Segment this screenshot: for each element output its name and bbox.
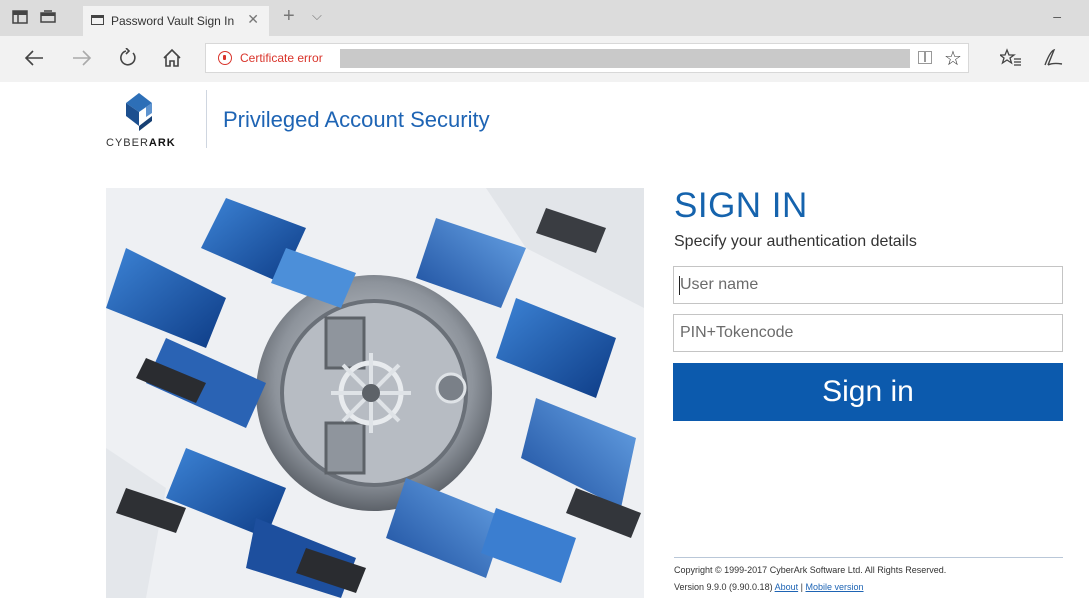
web-note-icon[interactable] [1042,47,1064,69]
page-title: Privileged Account Security [223,107,490,132]
header-divider [206,90,207,148]
sign-in-button[interactable]: Sign in [673,363,1063,421]
link-separator: | [800,582,803,592]
tab-overflow-chevron-icon[interactable]: ⌵ [312,8,322,24]
footer-divider [674,557,1063,558]
url-text[interactable] [340,49,910,68]
copyright-text: Copyright © 1999-2017 CyberArk Software … [674,565,947,575]
set-aside-tabs-icon[interactable] [40,10,56,24]
vault-illustration [106,188,644,598]
certificate-error-label[interactable]: Certificate error [240,51,323,65]
signin-subtitle: Specify your authentication details [674,233,917,250]
vault-hero-image [106,188,644,598]
forward-icon[interactable] [72,49,92,67]
favorites-hub-icon[interactable] [1000,48,1022,68]
logo-wordmark: CYBERARK [106,137,176,149]
new-tab-button[interactable]: + [283,6,295,26]
text-caret [679,276,680,295]
browser-nav-bar: Certificate error ☆ [0,36,1089,82]
username-input[interactable] [673,266,1063,304]
pin-tokencode-input[interactable] [673,314,1063,352]
certificate-error-icon[interactable] [218,51,232,65]
version-text: Version 9.9.0 (9.90.0.18) [674,582,773,592]
page-icon [91,15,104,25]
active-tab[interactable]: Password Vault Sign In ✕ [83,6,269,36]
home-icon[interactable] [162,48,182,68]
mobile-version-link[interactable]: Mobile version [806,582,864,592]
close-tab-icon[interactable]: ✕ [247,11,259,28]
favorite-star-icon[interactable]: ☆ [944,46,962,71]
address-bar[interactable]: Certificate error ☆ [205,43,969,73]
reading-view-icon[interactable] [918,51,932,64]
version-line: Version 9.9.0 (9.90.0.18) About | Mobile… [674,582,864,592]
refresh-icon[interactable] [118,48,138,68]
tab-preview-icon[interactable] [12,10,28,24]
back-icon[interactable] [24,49,44,67]
signin-heading: SIGN IN [674,186,808,225]
about-link[interactable]: About [775,582,799,592]
tab-title: Password Vault Sign In [111,14,235,28]
minimize-button[interactable]: – [1053,8,1061,24]
browser-tab-bar: Password Vault Sign In ✕ + ⌵ – [0,0,1089,36]
